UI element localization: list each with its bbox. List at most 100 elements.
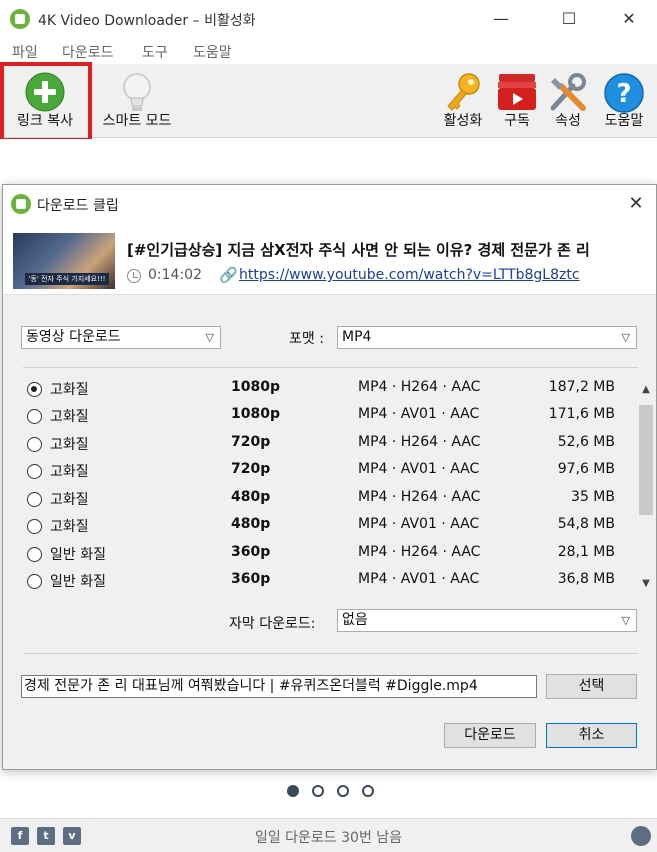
smart-mode-label: 스마트 모드 (102, 113, 172, 129)
resolution: 360p (231, 544, 271, 560)
format-codecs: MP4 · H264 · AAC (358, 544, 481, 560)
quality-label: 고화질 (50, 382, 89, 398)
download-clip-dialog: 다운로드 클립 ✕ '동' 전자 주식 가지세요!!! [#인기급상승] 지금 … (2, 184, 657, 770)
minimize-button[interactable]: — (478, 6, 524, 32)
radio-button[interactable] (27, 519, 42, 534)
activate-button[interactable]: 활성화 (436, 64, 490, 136)
quality-option[interactable]: 고화질 720p MP4 · H264 · AAC 52,6 MB (3, 432, 623, 459)
quality-option[interactable]: 고화질 480p MP4 · H264 · AAC 35 MB (3, 487, 623, 514)
dialog-close-button[interactable]: ✕ (623, 191, 649, 217)
menu-tools[interactable]: 도구 (142, 42, 168, 62)
resolution: 720p (231, 434, 271, 450)
video-url[interactable]: https://www.youtube.com/watch?v=LTTb8gL8… (239, 267, 580, 283)
pager-dot-2[interactable] (312, 785, 324, 797)
menu-bar: 파일 다운로드 도구 도움말 (0, 38, 657, 64)
quality-label: 일반 화질 (50, 547, 106, 563)
format-select[interactable]: MP4 ▽ (337, 326, 637, 349)
radio-button[interactable] (27, 464, 42, 479)
smart-mode-button[interactable]: 스마트 모드 (94, 64, 180, 136)
dialog-logo-icon (11, 194, 31, 214)
scroll-up-icon[interactable]: ▲ (637, 383, 655, 397)
cancel-button[interactable]: 취소 (546, 723, 637, 748)
dialog-title: 다운로드 클립 (37, 198, 119, 214)
resolution: 1080p (231, 406, 280, 422)
highlight-frame (0, 62, 92, 142)
quality-label: 일반 화질 (50, 574, 106, 590)
format-codecs: MP4 · H264 · AAC (358, 379, 481, 395)
format-codecs: MP4 · H264 · AAC (358, 434, 481, 450)
subscribe-label: 구독 (504, 113, 530, 129)
format-codecs: MP4 · AV01 · AAC (358, 571, 480, 587)
subtitle-select[interactable]: 없음 ▽ (337, 609, 637, 632)
lightbulb-icon (123, 73, 151, 111)
quality-list-scrollbar[interactable]: ▲ ▼ (637, 383, 655, 591)
radio-button[interactable] (27, 409, 42, 424)
filename-input[interactable]: 경제 전문가 존 리 대표님께 여쭤봤습니다 | #유퀴즈온더블럭 #Diggl… (21, 675, 537, 698)
help-label: 도움말 (604, 113, 644, 129)
resolution: 480p (231, 516, 271, 532)
chevron-down-icon: ▽ (621, 331, 630, 344)
format-codecs: MP4 · AV01 · AAC (358, 516, 480, 532)
choose-folder-button[interactable]: 선택 (546, 674, 637, 699)
preferences-button[interactable]: 속성 (544, 64, 592, 136)
globe-icon[interactable] (631, 826, 651, 846)
status-bar: f t v 일일 다운로드 30번 남음 (0, 818, 657, 852)
window-title: 4K Video Downloader – 비활성화 (38, 13, 256, 29)
subscribe-button[interactable]: 구독 (494, 64, 540, 136)
quality-option[interactable]: 일반 화질 360p MP4 · H264 · AAC 28,1 MB (3, 542, 623, 569)
menu-help[interactable]: 도움말 (193, 42, 232, 62)
quality-option[interactable]: 고화질 1080p MP4 · H264 · AAC 187,2 MB (3, 377, 623, 404)
subscribe-youtube-icon (498, 74, 536, 110)
file-size: 36,8 MB (557, 571, 615, 587)
quality-label: 고화질 (50, 464, 89, 480)
subtitle-label: 자막 다운로드: (229, 616, 316, 632)
separator (23, 653, 638, 654)
resolution: 720p (231, 461, 271, 477)
quality-option[interactable]: 일반 화질 360p MP4 · AV01 · AAC 36,8 MB (3, 569, 623, 596)
resolution: 360p (231, 571, 271, 587)
file-size: 54,8 MB (557, 516, 615, 532)
title-bar: 4K Video Downloader – 비활성화 — ☐ ✕ (0, 0, 657, 38)
file-size: 187,2 MB (548, 379, 615, 395)
help-icon: ? (604, 73, 644, 113)
format-value: MP4 (342, 329, 372, 345)
close-button[interactable]: ✕ (606, 6, 652, 32)
video-title: [#인기급상승] 지금 삼X전자 주식 사면 안 되는 이유? 경제 전문가 존… (127, 241, 590, 259)
quality-label: 고화질 (50, 519, 89, 535)
format-codecs: MP4 · H264 · AAC (358, 489, 481, 505)
help-button[interactable]: ? 도움말 (596, 64, 652, 136)
file-size: 28,1 MB (557, 544, 615, 560)
menu-file[interactable]: 파일 (12, 42, 38, 62)
chevron-down-icon: ▽ (205, 331, 214, 344)
quality-option[interactable]: 고화질 1080p MP4 · AV01 · AAC 171,6 MB (3, 404, 623, 431)
video-duration: 0:14:02 (148, 267, 202, 283)
scroll-down-icon[interactable]: ▼ (637, 577, 655, 591)
video-thumbnail: '동' 전자 주식 가지세요!!! (13, 233, 115, 289)
radio-button[interactable] (27, 382, 42, 397)
pager-dot-1[interactable] (287, 785, 299, 797)
resolution: 480p (231, 489, 271, 505)
svg-text:?: ? (616, 79, 631, 109)
download-button[interactable]: 다운로드 (444, 723, 536, 748)
clock-icon (127, 269, 141, 283)
download-mode-select[interactable]: 동영상 다운로드 ▽ (21, 326, 221, 349)
maximize-button[interactable]: ☐ (546, 6, 592, 32)
radio-button[interactable] (27, 437, 42, 452)
radio-button[interactable] (27, 547, 42, 562)
tools-icon (550, 73, 586, 111)
radio-button[interactable] (27, 492, 42, 507)
radio-button[interactable] (27, 574, 42, 589)
app-logo-icon (10, 9, 30, 29)
pager-dot-4[interactable] (362, 785, 374, 797)
menu-download[interactable]: 다운로드 (62, 42, 114, 62)
scroll-thumb[interactable] (639, 405, 653, 515)
quality-option[interactable]: 고화질 720p MP4 · AV01 · AAC 97,6 MB (3, 459, 623, 486)
video-header: '동' 전자 주식 가지세요!!! [#인기급상승] 지금 삼X전자 주식 사면… (3, 223, 656, 295)
file-size: 97,6 MB (557, 461, 615, 477)
key-icon (447, 73, 480, 111)
format-label: 포맷 : (289, 331, 324, 347)
quality-option[interactable]: 고화질 480p MP4 · AV01 · AAC 54,8 MB (3, 514, 623, 541)
file-size: 171,6 MB (548, 406, 615, 422)
pager-dot-3[interactable] (337, 785, 349, 797)
toolbar: 링크 복사 스마트 모드 활성화 구독 속성 ? 도움말 (0, 64, 657, 138)
